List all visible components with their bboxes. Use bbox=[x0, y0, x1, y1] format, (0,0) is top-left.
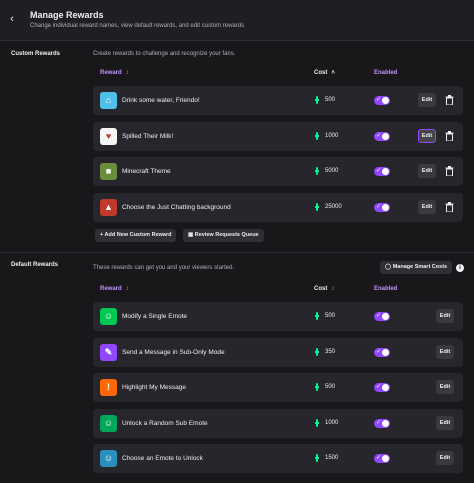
sort-icon: ↕ bbox=[125, 70, 129, 76]
channel-points-icon bbox=[315, 418, 319, 427]
reward-cost: 500 bbox=[325, 97, 336, 103]
minecraft-icon: ■ bbox=[100, 163, 117, 180]
edit-button[interactable]: Edit bbox=[418, 199, 436, 214]
reward-cost: 500 bbox=[325, 384, 336, 390]
reward-row: ✎ Send a Message in Sub-Only Mode 350 ✓ Edit bbox=[93, 337, 463, 367]
page-header: ‹ Manage Rewards Change individual rewar… bbox=[0, 0, 474, 41]
check-icon: ✓ bbox=[376, 419, 382, 426]
reward-name: Minecraft Theme bbox=[122, 168, 171, 175]
channel-points-icon bbox=[315, 167, 319, 175]
reward-cost: 1000 bbox=[325, 132, 339, 139]
default-reward-column-header[interactable]: Reward ↕ bbox=[100, 286, 129, 292]
sort-icon: ↕ bbox=[125, 286, 129, 292]
custom-cost-column-header[interactable]: Cost ˄ bbox=[314, 70, 335, 76]
pencil-icon: ✎ bbox=[100, 343, 117, 361]
enabled-toggle[interactable]: ✓ bbox=[374, 383, 390, 392]
enabled-toggle[interactable]: ✓ bbox=[374, 202, 390, 212]
check-icon: ✓ bbox=[376, 203, 382, 210]
edit-button[interactable]: Edit bbox=[436, 309, 454, 323]
review-requests-queue-button[interactable]: ▦ Review Requests Queue bbox=[183, 229, 264, 242]
reward-name: Spilled Their Milk! bbox=[122, 132, 174, 140]
check-icon: ✓ bbox=[376, 455, 382, 461]
check-icon: ✓ bbox=[376, 132, 382, 139]
manage-smart-costs-button[interactable]: ◯ Manage Smart Costs bbox=[380, 261, 453, 274]
default-rewards-description: These rewards can get you and your viewe… bbox=[93, 265, 235, 271]
reward-cost: 5000 bbox=[325, 168, 339, 174]
trash-icon[interactable] bbox=[445, 95, 454, 105]
check-icon: ✓ bbox=[376, 97, 382, 103]
edit-button[interactable]: Edit bbox=[418, 164, 436, 178]
reward-row: ■ Minecraft Theme 5000 ✓ Edit bbox=[93, 157, 463, 186]
edit-button[interactable]: Edit bbox=[418, 93, 436, 107]
enabled-toggle[interactable]: ✓ bbox=[374, 96, 390, 105]
enabled-toggle[interactable]: ✓ bbox=[374, 347, 390, 357]
random-emote-icon: ☺ bbox=[100, 414, 117, 432]
page-subtitle: Change individual reward names, view def… bbox=[30, 23, 245, 29]
edit-button[interactable]: Edit bbox=[436, 380, 454, 394]
add-custom-reward-button[interactable]: + Add New Custom Reward bbox=[95, 229, 177, 242]
choose-emote-icon: ☺ bbox=[100, 450, 117, 467]
channel-points-icon bbox=[315, 131, 319, 140]
edit-button[interactable]: Edit bbox=[436, 415, 454, 430]
check-icon: ✓ bbox=[376, 348, 382, 355]
check-icon: ✓ bbox=[376, 313, 382, 319]
back-arrow-icon[interactable]: ‹ bbox=[6, 13, 18, 25]
reward-row: ⌂ Drink some water, Friendo! 500 ✓ Edit bbox=[93, 86, 463, 115]
channel-points-icon bbox=[315, 202, 319, 211]
section-divider bbox=[0, 252, 474, 253]
enabled-toggle[interactable]: ✓ bbox=[374, 131, 390, 141]
custom-reward-column-header[interactable]: Reward ↕ bbox=[100, 70, 129, 76]
reward-name: Modify a Single Emote bbox=[122, 313, 188, 320]
water-icon: ⌂ bbox=[100, 92, 117, 109]
default-rewards-label: Default Rewards bbox=[11, 262, 59, 268]
reward-row: ♥ Spilled Their Milk! 1000 ✓ Edit bbox=[93, 121, 463, 151]
sort-ascending-icon: ˄ bbox=[331, 70, 335, 76]
reward-name: Send a Message in Sub-Only Mode bbox=[122, 348, 225, 356]
milk-icon: ♥ bbox=[100, 127, 117, 145]
trash-icon[interactable] bbox=[445, 201, 454, 212]
reward-row: ▲ Choose the Just Chatting background 2500… bbox=[93, 192, 463, 222]
info-icon[interactable]: i bbox=[456, 264, 464, 272]
edit-button[interactable]: Edit bbox=[418, 128, 436, 143]
check-icon: ✓ bbox=[376, 168, 382, 174]
trash-icon[interactable] bbox=[445, 130, 454, 141]
channel-points-icon bbox=[315, 312, 319, 320]
trash-icon[interactable] bbox=[445, 166, 454, 176]
channel-points-icon bbox=[315, 454, 319, 462]
reward-row: ☺ Modify a Single Emote 500 ✓ Edit bbox=[93, 302, 463, 331]
default-enabled-column-header: Enabled bbox=[374, 286, 398, 292]
default-cost-column-header[interactable]: Cost ↕ bbox=[314, 286, 334, 292]
reward-cost: 350 bbox=[325, 348, 336, 355]
background-icon: ▲ bbox=[100, 198, 117, 216]
reward-row: ☺ Choose an Emote to Unlock 1500 ✓ Edit bbox=[93, 444, 463, 473]
page-title: Manage Rewards bbox=[30, 10, 104, 20]
reward-cost: 25000 bbox=[325, 203, 342, 210]
channel-points-icon bbox=[315, 96, 319, 104]
reward-row: ☺ Unlock a Random Sub Emote 1000 ✓ Edit bbox=[93, 408, 463, 438]
check-icon: ✓ bbox=[376, 384, 382, 390]
reward-name: Choose the Just Chatting background bbox=[122, 203, 231, 211]
channel-points-icon bbox=[315, 383, 319, 391]
custom-rewards-label: Custom Rewards bbox=[11, 51, 61, 57]
sort-icon: ↕ bbox=[331, 286, 335, 292]
reward-cost: 1000 bbox=[325, 419, 339, 426]
edit-button[interactable]: Edit bbox=[436, 451, 454, 465]
enabled-toggle[interactable]: ✓ bbox=[374, 167, 390, 176]
reward-row: ! Highlight My Message 500 ✓ Edit bbox=[93, 373, 463, 402]
reward-cost: 1500 bbox=[325, 455, 339, 461]
emote-modify-icon: ☺ bbox=[100, 308, 117, 325]
highlight-icon: ! bbox=[100, 379, 117, 396]
reward-name: Drink some water, Friendo! bbox=[122, 97, 200, 104]
reward-name: Choose an Emote to Unlock bbox=[122, 455, 203, 462]
enabled-toggle[interactable]: ✓ bbox=[374, 418, 390, 428]
reward-name: Highlight My Message bbox=[122, 384, 186, 391]
enabled-toggle[interactable]: ✓ bbox=[374, 454, 390, 463]
edit-button[interactable]: Edit bbox=[436, 344, 454, 359]
reward-name: Unlock a Random Sub Emote bbox=[122, 419, 208, 427]
enabled-toggle[interactable]: ✓ bbox=[374, 312, 390, 321]
custom-rewards-description: Create rewards to challenge and recogniz… bbox=[93, 51, 236, 57]
channel-points-icon bbox=[315, 347, 319, 356]
reward-cost: 500 bbox=[325, 313, 336, 319]
custom-enabled-column-header: Enabled bbox=[374, 70, 398, 76]
